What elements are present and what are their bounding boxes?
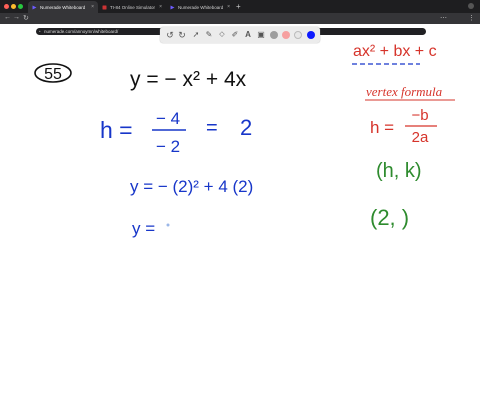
cursor-dot bbox=[166, 223, 170, 227]
vertex-h-label: h = bbox=[370, 118, 394, 137]
h-equals: = bbox=[206, 117, 218, 139]
standard-form: ax² + bx + c bbox=[353, 43, 437, 60]
vertex-pair: (h, k) bbox=[376, 160, 422, 182]
y-result: y = bbox=[132, 219, 155, 238]
problem-number: 55 bbox=[44, 66, 62, 83]
h-label: h = bbox=[100, 117, 133, 143]
h-denominator: − 2 bbox=[156, 137, 180, 156]
vertex-numerator: −b bbox=[411, 107, 428, 124]
vertex-denominator: 2a bbox=[412, 129, 429, 146]
h-numerator: − 4 bbox=[156, 109, 180, 128]
vertex-partial: (2, ) bbox=[370, 205, 409, 230]
whiteboard-canvas[interactable]: 55 y = − x² + 4x h = − 4 − 2 = 2 y = − (… bbox=[0, 0, 480, 406]
substitution: y = − (2)² + 4 (2) bbox=[130, 177, 253, 196]
h-value: 2 bbox=[240, 115, 252, 140]
vertex-title: vertex formula bbox=[366, 84, 443, 99]
equation: y = − x² + 4x bbox=[130, 68, 247, 91]
